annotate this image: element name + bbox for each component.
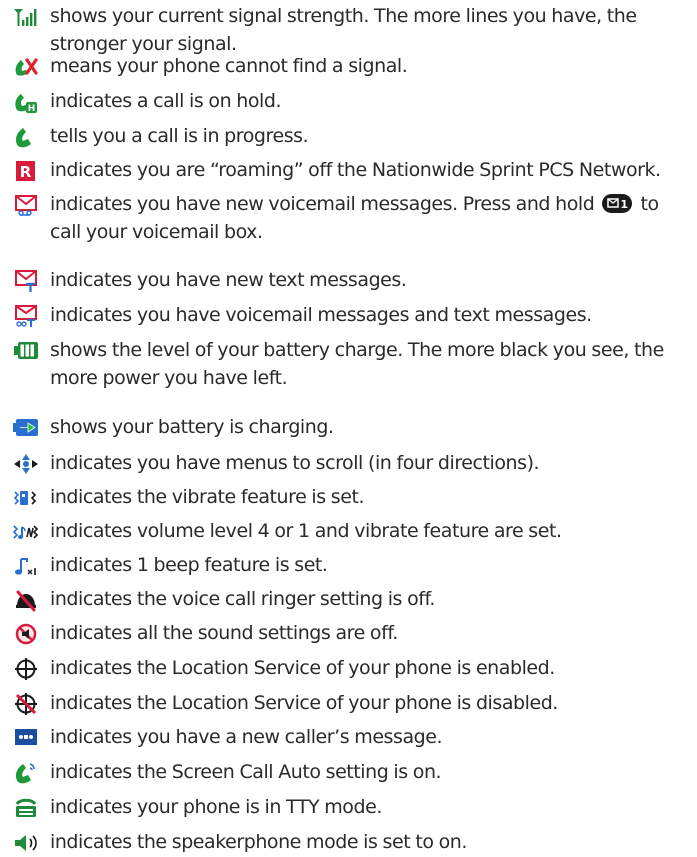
four-way-scroll-icon bbox=[12, 452, 40, 476]
caller-message-icon bbox=[12, 726, 40, 750]
item-text: means your phone cannot find a signal. bbox=[50, 55, 408, 77]
all-sounds-off-icon bbox=[12, 622, 40, 646]
item-text: shows your current signal strength. The … bbox=[50, 5, 637, 55]
item-text: indicates the voice call ringer setting … bbox=[50, 588, 435, 610]
location-on-icon bbox=[12, 657, 40, 681]
item-text-before-key: indicates you have new voicemail message… bbox=[50, 193, 595, 215]
battery-level-icon bbox=[12, 339, 40, 363]
new-text-message-icon bbox=[12, 269, 40, 293]
item-text: shows the level of your battery charge. … bbox=[50, 339, 664, 389]
item-text: shows your battery is charging. bbox=[50, 416, 334, 438]
item-text: indicates you have new voicemail message… bbox=[50, 190, 686, 246]
item-text: indicates the Location Service of your p… bbox=[50, 657, 555, 679]
svg-text:R: R bbox=[20, 163, 32, 181]
item-text: indicates the Screen Call Auto setting i… bbox=[50, 761, 442, 783]
call-in-progress-icon bbox=[12, 125, 40, 149]
item-text: indicates all the sound settings are off… bbox=[50, 622, 398, 644]
call-on-hold-icon: H bbox=[12, 90, 40, 114]
item-text: indicates the Location Service of your p… bbox=[50, 692, 558, 714]
new-voicemail-icon bbox=[12, 193, 40, 217]
voicemail-and-text-icon bbox=[12, 304, 40, 328]
vibrate-icon bbox=[12, 486, 40, 510]
ringer-off-icon bbox=[12, 588, 40, 612]
item-text: indicates your phone is in TTY mode. bbox=[50, 796, 382, 818]
item-text: indicates you have voicemail messages an… bbox=[50, 304, 592, 326]
signal-strength-icon bbox=[12, 5, 40, 29]
voicemail-1-key-icon: 1 bbox=[601, 193, 633, 214]
item-text: indicates you have new text messages. bbox=[50, 269, 407, 291]
speakerphone-icon bbox=[12, 831, 40, 855]
location-off-icon bbox=[12, 692, 40, 716]
battery-charging-icon bbox=[12, 416, 40, 440]
tty-mode-icon bbox=[12, 796, 40, 820]
one-beep-icon bbox=[12, 554, 40, 578]
item-text: indicates 1 beep feature is set. bbox=[50, 554, 328, 576]
item-text: indicates the vibrate feature is set. bbox=[50, 486, 365, 508]
volume-and-vibrate-icon bbox=[12, 520, 40, 544]
item-text: indicates you are “roaming” off the Nati… bbox=[50, 159, 661, 181]
svg-text:1: 1 bbox=[621, 198, 628, 211]
item-text: tells you a call is in progress. bbox=[50, 125, 309, 147]
roaming-icon: R bbox=[12, 159, 40, 183]
item-text: indicates you have a new caller’s messag… bbox=[50, 726, 443, 748]
item-text: indicates you have menus to scroll (in f… bbox=[50, 452, 540, 474]
no-signal-icon bbox=[12, 55, 40, 79]
svg-text:H: H bbox=[28, 104, 36, 114]
item-text: indicates a call is on hold. bbox=[50, 90, 282, 112]
item-text: indicates volume level 4 or 1 and vibrat… bbox=[50, 520, 562, 542]
item-text: indicates the speakerphone mode is set t… bbox=[50, 831, 467, 853]
screen-call-auto-icon bbox=[12, 761, 40, 785]
